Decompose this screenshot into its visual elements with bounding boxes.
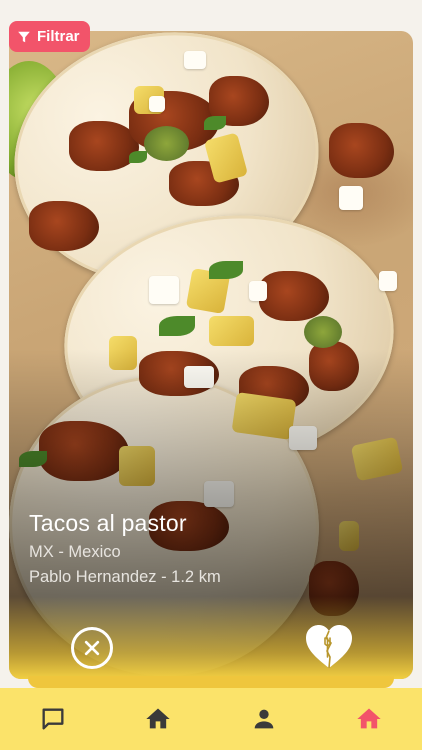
nav-item-profile[interactable]: [244, 699, 284, 739]
close-icon: [84, 640, 100, 656]
nav-item-home-active[interactable]: [349, 699, 389, 739]
home-icon: [146, 708, 170, 729]
bottom-nav: [0, 688, 422, 750]
dish-country: MX - Mexico: [29, 543, 121, 561]
dish-info: Tacos al pastor MX - Mexico Pablo Hernan…: [29, 510, 221, 593]
home-icon: [357, 708, 381, 729]
heart-fork-icon: [306, 625, 352, 669]
cook-distance: Pablo Hernandez - 1.2 km: [29, 568, 221, 586]
chat-icon: [42, 708, 64, 730]
filter-button[interactable]: Filtrar: [9, 21, 90, 52]
nav-item-home[interactable]: [138, 699, 178, 739]
nav-item-chat[interactable]: [33, 699, 73, 739]
filter-icon: [18, 31, 30, 42]
reject-button[interactable]: [71, 627, 113, 669]
next-card-edge: [28, 676, 394, 688]
like-button[interactable]: [305, 624, 353, 670]
dish-title: Tacos al pastor: [29, 510, 187, 536]
app: Filtrar Tacos al pastor MX - Mexico Pabl…: [0, 0, 422, 750]
person-icon: [254, 709, 274, 729]
filter-button-label: Filtrar: [37, 28, 80, 45]
